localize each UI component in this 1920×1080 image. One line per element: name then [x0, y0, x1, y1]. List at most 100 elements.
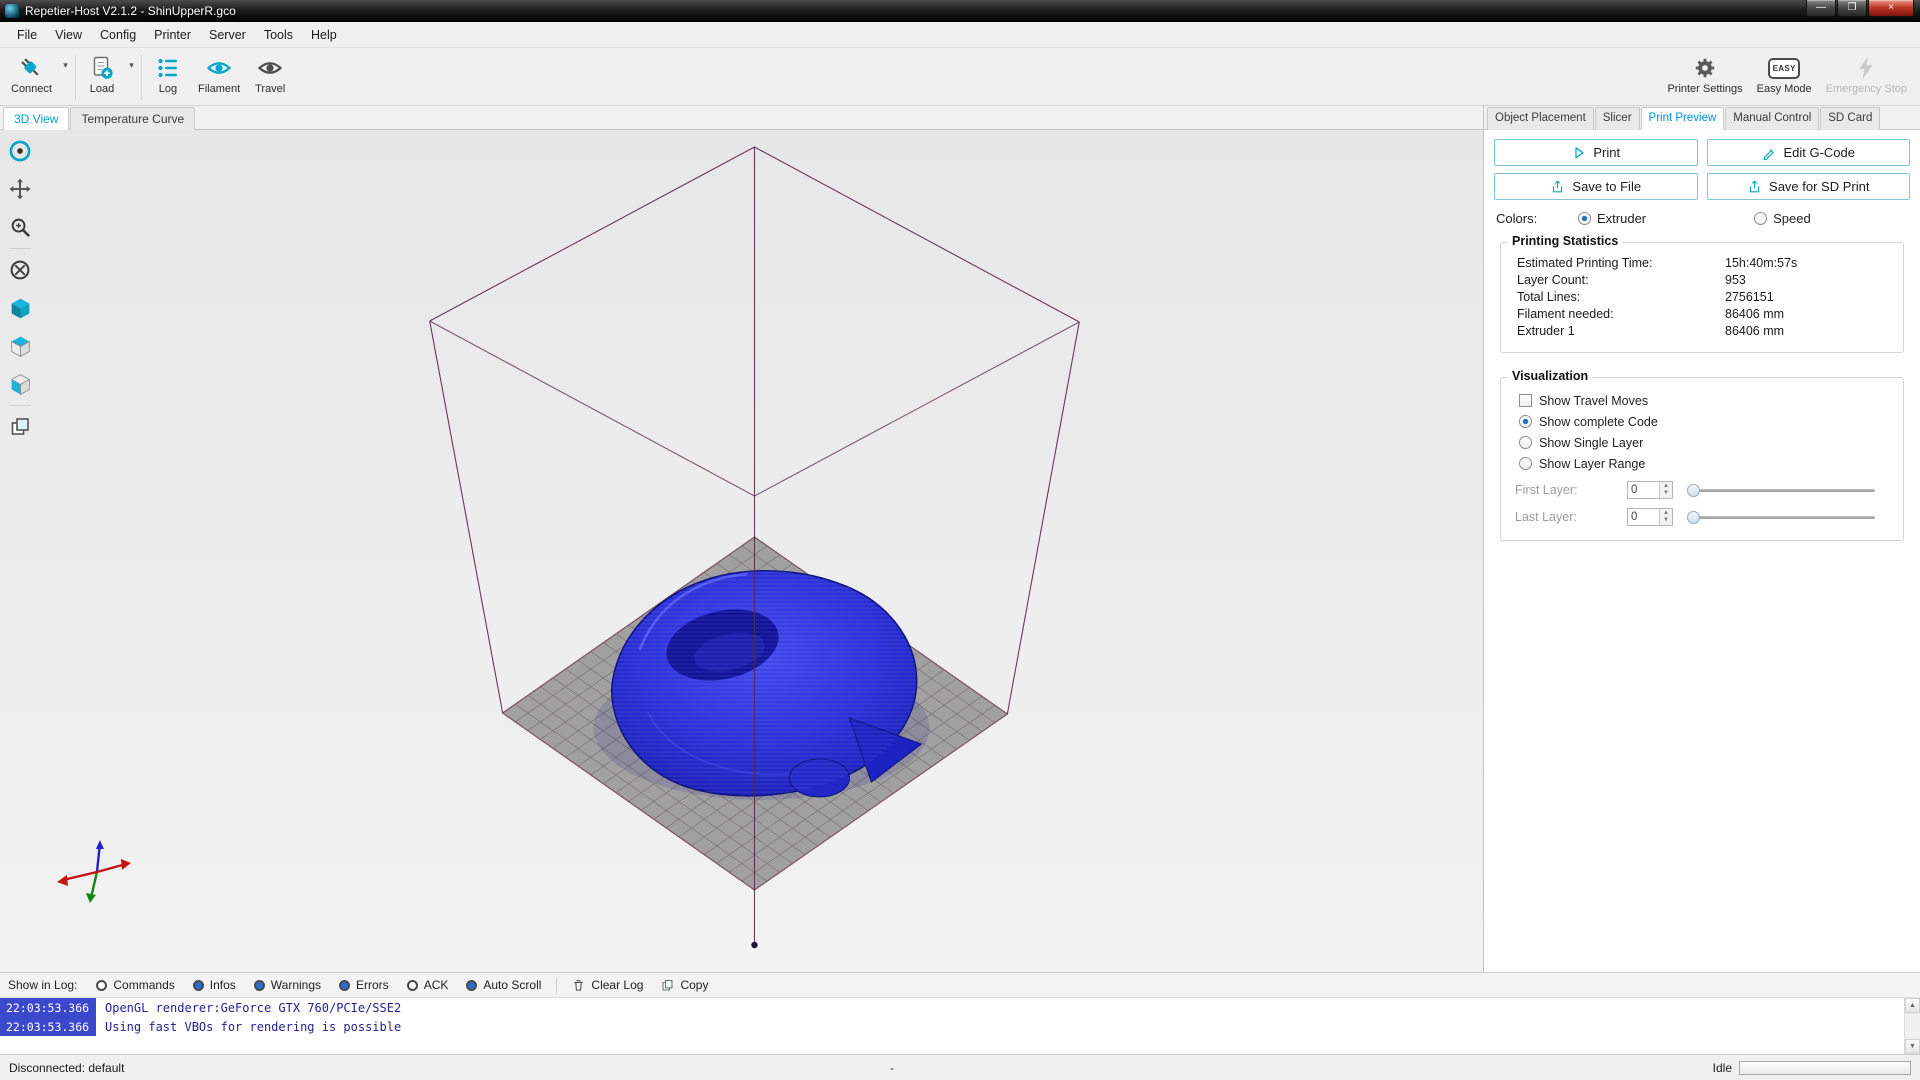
front-view-icon[interactable] — [5, 369, 35, 399]
menu-item-file[interactable]: File — [8, 24, 46, 46]
slider-thumb[interactable] — [1687, 510, 1700, 524]
menu-item-server[interactable]: Server — [200, 24, 255, 46]
emergency-stop-button[interactable]: Emergency Stop — [1819, 50, 1914, 105]
tab-manual-control[interactable]: Manual Control — [1725, 107, 1820, 130]
first-layer-input[interactable] — [1628, 481, 1659, 498]
strip-separator — [9, 248, 31, 249]
toggle-warnings[interactable]: Warnings — [245, 975, 330, 995]
first-layer-slider[interactable] — [1687, 482, 1875, 498]
isometric-view-icon[interactable] — [5, 293, 35, 323]
move-viewpoint-icon[interactable] — [5, 255, 35, 285]
scroll-up-icon[interactable]: ▲ — [1905, 998, 1920, 1013]
tab-3d-view[interactable]: 3D View — [3, 107, 70, 130]
maximize-button[interactable]: ❐ — [1837, 0, 1867, 17]
toggle-state-icon — [253, 979, 265, 991]
stat-row: Estimated Printing Time: 15h:40m:57s — [1517, 256, 1798, 270]
lightning-icon — [1854, 54, 1878, 82]
last-layer-row: Last Layer: ▲▼ — [1509, 505, 1895, 528]
parallel-projection-icon[interactable] — [5, 412, 35, 442]
radio-icon[interactable] — [1519, 457, 1532, 470]
travel-toggle-button[interactable]: Travel — [247, 50, 293, 105]
toggle-commands[interactable]: Commands — [87, 975, 183, 995]
radio-icon[interactable] — [1754, 212, 1768, 225]
toggle-state-icon — [192, 979, 204, 991]
menu-item-help[interactable]: Help — [302, 24, 346, 46]
filament-toggle-button[interactable]: Filament — [191, 50, 247, 105]
last-layer-input[interactable] — [1628, 508, 1659, 525]
tab-slicer[interactable]: Slicer — [1594, 107, 1640, 130]
copy-log-button[interactable]: Copy — [652, 975, 717, 995]
log-message: OpenGL renderer:GeForce GTX 760/PCIe/SSE… — [105, 1000, 402, 1015]
menu-item-config[interactable]: Config — [91, 24, 145, 46]
printer-state-label: Idle — [1712, 1060, 1732, 1075]
extruder-color-option[interactable]: Extruder — [1578, 211, 1646, 226]
tab-temperature-curve[interactable]: Temperature Curve — [70, 107, 196, 130]
tab-print-preview[interactable]: Print Preview — [1640, 107, 1725, 130]
show-complete-code-option[interactable]: Show complete Code — [1509, 411, 1895, 432]
checkbox-icon[interactable] — [1519, 394, 1532, 407]
radio-icon[interactable] — [1519, 415, 1532, 428]
easy-mode-button[interactable]: EASY Easy Mode — [1750, 50, 1819, 105]
save-for-sd-button[interactable]: Save for SD Print — [1706, 173, 1910, 200]
menu-item-printer[interactable]: Printer — [145, 24, 200, 46]
first-layer-spinbox[interactable]: ▲▼ — [1627, 480, 1673, 499]
viewport-3d[interactable] — [0, 130, 1483, 972]
radio-icon[interactable] — [1519, 436, 1532, 449]
menu-item-tools[interactable]: Tools — [255, 24, 302, 46]
first-layer-row: First Layer: ▲▼ — [1509, 478, 1895, 501]
export-icon — [1553, 180, 1563, 193]
show-travel-moves-option[interactable]: Show Travel Moves — [1509, 390, 1895, 411]
toggle-state-icon — [339, 979, 351, 991]
right-panel: Object Placement Slicer Print Preview Ma… — [1484, 106, 1920, 972]
close-button[interactable]: × — [1868, 0, 1914, 17]
save-to-file-button[interactable]: Save to File — [1494, 173, 1698, 200]
show-layer-range-option[interactable]: Show Layer Range — [1509, 453, 1895, 474]
menu-item-view[interactable]: View — [46, 24, 91, 46]
tab-sd-card[interactable]: SD Card — [1820, 107, 1881, 130]
titlebar[interactable]: Repetier-Host V2.1.2 - ShinUpperR.gco — … — [0, 0, 1920, 22]
radio-icon[interactable] — [1578, 212, 1591, 225]
colors-label: Colors: — [1496, 211, 1538, 226]
connect-button[interactable]: Connect — [4, 50, 59, 105]
toolbar-separator — [140, 55, 142, 100]
gcode-model — [610, 570, 923, 798]
spinner-arrows-icon[interactable]: ▲ ▼ — [1659, 508, 1672, 525]
clear-log-button[interactable]: Clear Log — [563, 975, 652, 995]
minimize-button[interactable]: — — [1806, 0, 1836, 17]
load-button[interactable]: Load — [79, 50, 125, 105]
toggle-auto-scroll[interactable]: Auto Scroll — [457, 975, 550, 995]
scene-3d-view[interactable] — [0, 130, 1483, 972]
trash-icon — [574, 979, 584, 991]
connect-icon — [18, 54, 44, 82]
last-layer-slider[interactable] — [1687, 509, 1875, 525]
log-icon — [155, 54, 181, 82]
toolbar-separator — [74, 55, 76, 100]
scroll-down-icon[interactable]: ▼ — [1905, 1039, 1920, 1054]
load-dropdown-arrow[interactable]: ▾ — [125, 50, 138, 105]
spinner-arrows-icon[interactable]: ▲ ▼ — [1659, 481, 1672, 498]
stat-row: Filament needed: 86406 mm — [1517, 307, 1785, 321]
log-toolbar: Show in Log: Commands Infos Warnings Err… — [0, 972, 1920, 998]
last-layer-spinbox[interactable]: ▲▼ — [1627, 507, 1673, 526]
toggle-errors[interactable]: Errors — [330, 975, 398, 995]
edit-gcode-button[interactable]: Edit G-Code — [1706, 139, 1910, 166]
show-single-layer-option[interactable]: Show Single Layer — [1509, 432, 1895, 453]
zoom-icon[interactable] — [5, 212, 35, 242]
connect-dropdown-arrow[interactable]: ▾ — [59, 50, 72, 105]
slider-thumb[interactable] — [1687, 483, 1700, 497]
speed-color-option[interactable]: Speed — [1754, 211, 1811, 226]
toggle-infos[interactable]: Infos — [184, 975, 245, 995]
top-view-icon[interactable] — [5, 331, 35, 361]
printer-settings-button[interactable]: Printer Settings — [1660, 50, 1749, 105]
log-toggle-button[interactable]: Log — [145, 50, 191, 105]
application-window: Repetier-Host V2.1.2 - ShinUpperR.gco — … — [0, 0, 1920, 1080]
slider-track — [1687, 488, 1875, 492]
log-scrollbar[interactable]: ▲ ▼ — [1904, 998, 1920, 1054]
export-icon — [1749, 180, 1760, 193]
origin-marker — [751, 941, 758, 949]
print-button[interactable]: Print — [1494, 139, 1698, 166]
move-view-icon[interactable] — [5, 174, 35, 204]
rotate-view-icon[interactable] — [5, 136, 35, 166]
tab-object-placement[interactable]: Object Placement — [1487, 107, 1594, 130]
toggle-ack[interactable]: ACK — [398, 975, 458, 995]
